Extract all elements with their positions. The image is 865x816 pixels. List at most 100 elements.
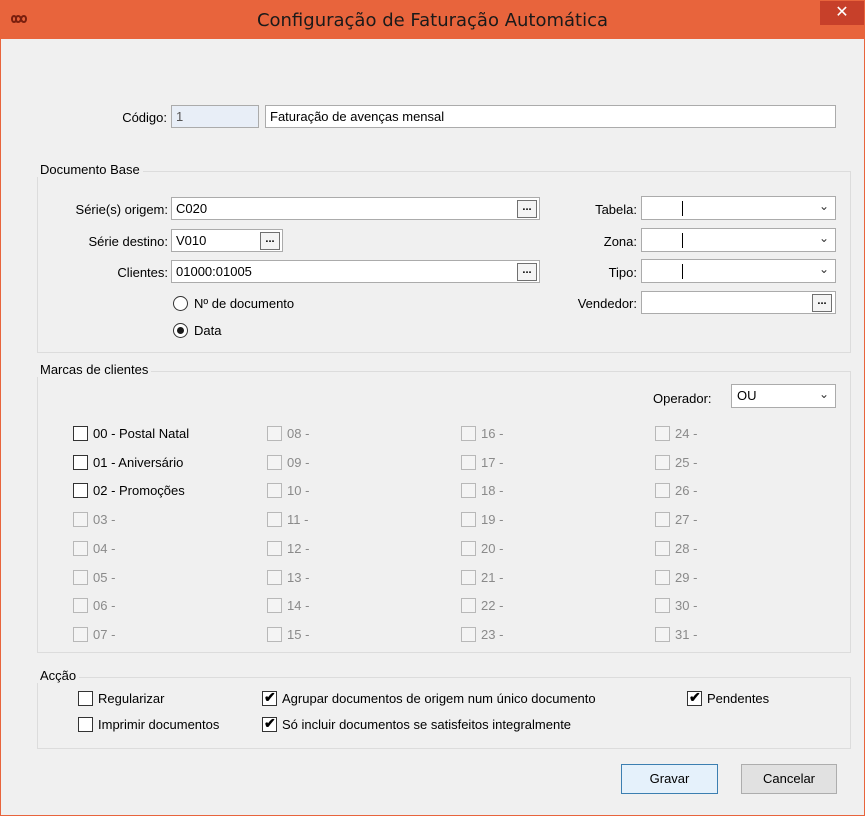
title-bar[interactable]: Configuração de Faturação Automática ✕ xyxy=(1,1,864,39)
marca-checkbox xyxy=(73,598,88,613)
clientes-input[interactable]: 01000:01005 xyxy=(171,260,540,283)
operador-value: OU xyxy=(737,388,757,403)
marcas-clientes-title: Marcas de clientes xyxy=(37,362,152,377)
agrupar-documentos-checkbox[interactable]: ✔ xyxy=(262,689,277,706)
so-incluir-checkbox[interactable]: ✔ xyxy=(262,715,277,732)
clientes-browse-button[interactable]: ... xyxy=(517,263,537,281)
radio-numero-documento-label: Nº de documento xyxy=(194,296,295,311)
marca-label: 11 - xyxy=(287,512,309,527)
zona-select[interactable]: ⌄ xyxy=(641,228,836,252)
cancelar-button[interactable]: Cancelar xyxy=(741,764,837,794)
zona-label: Zona: xyxy=(603,234,637,249)
marca-checkbox xyxy=(655,541,670,556)
marca-label: 14 - xyxy=(287,598,310,613)
marca-label: 01 - Aniversário xyxy=(93,455,184,470)
marca-label: 10 - xyxy=(287,483,310,498)
codigo-label: Código: xyxy=(122,110,167,125)
vendedor-input[interactable] xyxy=(641,291,836,314)
chevron-down-icon: ⌄ xyxy=(818,199,829,213)
marca-checkbox xyxy=(73,512,88,527)
serie-origem-browse-button[interactable]: ... xyxy=(517,200,537,218)
marca-checkbox xyxy=(461,483,476,498)
radio-data[interactable] xyxy=(173,323,188,338)
marca-label: 03 - xyxy=(93,512,116,527)
marca-label: 30 - xyxy=(675,598,698,613)
serie-destino-label: Série destino: xyxy=(88,234,169,249)
marca-checkbox[interactable] xyxy=(73,455,88,470)
pendentes-label: Pendentes xyxy=(707,691,770,706)
marca-checkbox[interactable] xyxy=(73,426,88,441)
regularizar-checkbox[interactable] xyxy=(78,691,93,706)
marca-label: 21 - xyxy=(481,570,504,585)
marca-checkbox xyxy=(461,455,476,470)
check-icon: ✔ xyxy=(264,715,276,731)
accao-title: Acção xyxy=(37,668,80,683)
marca-label: 29 - xyxy=(675,570,698,585)
marca-label: 07 - xyxy=(93,627,116,642)
tabela-select[interactable]: ⌄ xyxy=(641,196,836,220)
tabela-label: Tabela: xyxy=(595,202,637,217)
marca-label: 12 - xyxy=(287,541,310,556)
descricao-input[interactable]: Faturação de avenças mensal xyxy=(265,105,836,128)
marca-label: 18 - xyxy=(481,483,504,498)
codigo-input[interactable]: 1 xyxy=(171,105,259,128)
marca-label: 19 - xyxy=(481,512,504,527)
operador-select[interactable]: OU ⌄ xyxy=(731,384,836,408)
vendedor-browse-button[interactable]: ... xyxy=(812,294,832,312)
marca-checkbox xyxy=(461,627,476,642)
marca-checkbox xyxy=(73,627,88,642)
serie-destino-browse-button[interactable]: ... xyxy=(260,232,280,250)
marca-checkbox[interactable] xyxy=(73,483,88,498)
marca-label: 31 - xyxy=(675,627,698,642)
serie-origem-input[interactable]: C020 xyxy=(171,197,540,220)
dialog-window: Configuração de Faturação Automática ✕ C… xyxy=(0,0,865,816)
operador-label: Operador: xyxy=(653,391,712,406)
text-caret xyxy=(682,233,683,248)
clientes-label: Clientes: xyxy=(117,265,168,280)
marca-label: 02 - Promoções xyxy=(93,483,185,498)
marca-checkbox xyxy=(461,512,476,527)
marca-label: 23 - xyxy=(481,627,504,642)
tipo-select[interactable]: ⌄ xyxy=(641,259,836,283)
agrupar-documentos-label: Agrupar documentos de origem num único d… xyxy=(282,691,596,706)
window-title: Configuração de Faturação Automática xyxy=(256,10,609,31)
radio-numero-documento[interactable] xyxy=(173,296,188,311)
pendentes-checkbox[interactable]: ✔ xyxy=(687,689,702,706)
marca-checkbox xyxy=(461,598,476,613)
gravar-button[interactable]: Gravar xyxy=(621,764,718,794)
marca-label: 06 - xyxy=(93,598,116,613)
marca-checkbox xyxy=(267,455,282,470)
marca-label: 28 - xyxy=(675,541,698,556)
marca-label: 27 - xyxy=(675,512,698,527)
marca-label: 13 - xyxy=(287,570,310,585)
imprimir-documentos-checkbox[interactable] xyxy=(78,717,93,732)
marcas-clientes-group xyxy=(37,371,851,653)
text-caret xyxy=(682,201,683,216)
marca-checkbox xyxy=(655,512,670,527)
marca-checkbox xyxy=(267,541,282,556)
marca-checkbox xyxy=(655,426,670,441)
check-icon: ✔ xyxy=(689,689,701,705)
marca-label: 00 - Postal Natal xyxy=(93,426,190,441)
check-icon: ✔ xyxy=(264,689,276,705)
chevron-down-icon: ⌄ xyxy=(818,231,829,245)
marca-checkbox xyxy=(655,483,670,498)
marca-label: 08 - xyxy=(287,426,310,441)
chevron-down-icon: ⌄ xyxy=(818,262,829,276)
marca-checkbox xyxy=(655,598,670,613)
marca-label: 24 - xyxy=(675,426,698,441)
marca-checkbox xyxy=(73,541,88,556)
close-button[interactable]: ✕ xyxy=(820,1,864,25)
marca-label: 22 - xyxy=(481,598,504,613)
marca-checkbox xyxy=(655,570,670,585)
marca-label: 20 - xyxy=(481,541,504,556)
imprimir-documentos-label: Imprimir documentos xyxy=(98,717,220,732)
marca-label: 15 - xyxy=(287,627,310,642)
text-caret xyxy=(682,264,683,279)
marca-label: 09 - xyxy=(287,455,310,470)
marca-checkbox xyxy=(267,570,282,585)
marca-checkbox xyxy=(655,627,670,642)
marca-checkbox xyxy=(655,455,670,470)
vendedor-label: Vendedor: xyxy=(577,296,637,311)
marca-checkbox xyxy=(267,483,282,498)
